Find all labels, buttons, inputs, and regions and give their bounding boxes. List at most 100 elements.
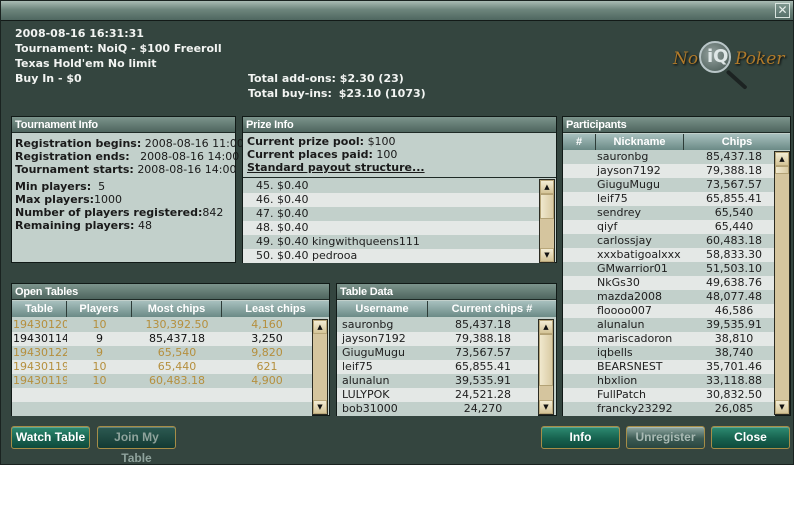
table-most-chips: 65,440	[157, 360, 197, 373]
participant-row[interactable]: GMwarrior01 51,503.10	[563, 262, 775, 276]
scroll-down-icon[interactable]: ▼	[313, 400, 327, 414]
tournament-lobby-window: ✕ 2008-08-16 16:31:31 Tournament: NoiQ -…	[0, 0, 794, 465]
table-data-row[interactable]: LULYPOK 24,521.28	[337, 388, 538, 402]
participant-row[interactable]: GiuguMugu 73,567.57	[563, 178, 775, 192]
scroll-thumb[interactable]	[775, 166, 789, 174]
participant-row[interactable]: FullPatch 30,832.50	[563, 388, 775, 402]
prize-row[interactable]: 46. $0.40	[243, 193, 539, 207]
participant-chips: 65,855.41	[706, 192, 762, 205]
participant-row[interactable]: leif75 65,855.41	[563, 192, 775, 206]
standard-payout-link[interactable]: Standard payout structure...	[247, 161, 556, 174]
prize-info-panel: Prize Info Current prize pool: $100 Curr…	[242, 116, 557, 263]
open-table-row[interactable]: 194301146 9 85,437.18 3,250	[12, 332, 312, 346]
table-data-scrollbar[interactable]: ▲ ▼	[538, 319, 554, 415]
participant-row[interactable]: hbxlion 33,118.88	[563, 374, 775, 388]
participant-row[interactable]: xxxbatigoalxxx 58,833.30	[563, 248, 775, 262]
table-data-panel: Table Data Username Current chips # saur…	[336, 283, 557, 416]
open-tables-scrollbar[interactable]: ▲ ▼	[312, 319, 328, 415]
scroll-down-icon[interactable]: ▼	[540, 248, 554, 262]
info-button[interactable]: Info	[541, 426, 620, 449]
col-header-most-chips[interactable]: Most chips	[132, 301, 222, 317]
prize-row[interactable]: 47. $0.40	[243, 207, 539, 221]
participant-row[interactable]: NkGs30 49,638.76	[563, 276, 775, 290]
close-button[interactable]: Close	[711, 426, 790, 449]
participant-nickname: mariscadoron	[597, 332, 673, 345]
scroll-up-icon[interactable]: ▲	[313, 320, 327, 334]
col-header-table[interactable]: Table	[12, 301, 67, 317]
participant-row[interactable]: iqbells 38,740	[563, 346, 775, 360]
close-icon[interactable]: ✕	[775, 3, 790, 18]
prize-row[interactable]: 48. $0.40	[243, 221, 539, 235]
participant-row[interactable]: carlossjay 60,483.18	[563, 234, 775, 248]
watch-table-button[interactable]: Watch Table	[11, 426, 90, 449]
current-places-paid: Current places paid: 100	[247, 148, 556, 161]
col-header-nickname[interactable]: Nickname	[596, 134, 684, 150]
participant-row[interactable]: sendrey 65,540	[563, 206, 775, 220]
open-table-row[interactable]: 194301198 10 65,440 621	[12, 360, 312, 374]
table-data-row[interactable]: GiuguMugu 73,567.57	[337, 346, 538, 360]
open-table-row[interactable]: 194301202 10 130,392.50 4,160	[12, 318, 312, 332]
participant-nickname: alunalun	[597, 318, 645, 331]
col-header-least-chips[interactable]: Least chips	[222, 301, 329, 317]
participants-list: sauronbg 85,437.18 jayson7192 79,388.18 Giug…	[563, 150, 775, 416]
col-header-current-chips[interactable]: Current chips #	[428, 301, 556, 317]
participant-row[interactable]: floooo007 46,586	[563, 304, 775, 318]
scroll-thumb[interactable]	[539, 334, 553, 386]
table-data-row[interactable]: leif75 65,855.41	[337, 360, 538, 374]
prize-row[interactable]: 49. $0.40 kingwithqueens111	[243, 235, 539, 249]
table-players: 10	[92, 360, 107, 373]
tournament-info-panel: Tournament Info Registration begins: 200…	[11, 116, 244, 263]
participant-row[interactable]: mariscadoron 38,810	[563, 332, 775, 346]
table-data-row[interactable]: alunalun 39,535.91	[337, 374, 538, 388]
scroll-track[interactable]	[313, 334, 327, 400]
total-buyins-label: Total buy-ins:	[248, 87, 332, 100]
open-tables-list: 194301202 10 130,392.50 4,160 194301146 9 85,4…	[12, 318, 312, 416]
participant-chips: 38,810	[714, 332, 754, 345]
participant-nickname: GMwarrior01	[597, 262, 668, 275]
scroll-thumb[interactable]	[540, 194, 554, 219]
table-data-title: Table Data	[337, 284, 556, 300]
table-data-username: LULYPOK	[342, 388, 390, 401]
prize-row[interactable]: 45. $0.40	[243, 179, 539, 193]
unregister-button[interactable]: Unregister	[626, 426, 705, 449]
participant-row[interactable]: mazda2008 48,077.48	[563, 290, 775, 304]
table-least-chips: 4,160	[251, 318, 283, 331]
table-data-row[interactable]: jayson7192 79,388.18	[337, 332, 538, 346]
join-my-table-button[interactable]: Join My Table	[97, 426, 176, 465]
participant-chips: 85,437.18	[706, 150, 762, 163]
scroll-up-icon[interactable]: ▲	[775, 152, 789, 166]
value: 2008-08-16 11:00	[144, 137, 244, 150]
scroll-down-icon[interactable]: ▼	[539, 400, 553, 414]
scroll-up-icon[interactable]: ▲	[540, 180, 554, 194]
title-bar[interactable]: ✕	[1, 1, 793, 21]
table-data-row[interactable]: bob31000 24,270	[337, 402, 538, 416]
open-table-row[interactable]: 194301220 9 65,540 9,820	[12, 346, 312, 360]
col-header-rank[interactable]: #	[563, 134, 596, 150]
participant-row[interactable]: BEARSNEST 35,701.46	[563, 360, 775, 374]
col-header-players[interactable]: Players	[67, 301, 132, 317]
current-prize-pool: Current prize pool: $100	[247, 135, 556, 148]
table-data-row[interactable]: sauronbg 85,437.18	[337, 318, 538, 332]
participant-chips: 51,503.10	[706, 262, 762, 275]
participant-nickname: leif75	[597, 192, 628, 205]
open-table-row[interactable]: 194301194 10 60,483.18 4,900	[12, 374, 312, 388]
table-most-chips: 130,392.50	[145, 318, 209, 331]
scroll-down-icon[interactable]: ▼	[775, 400, 789, 414]
participants-scrollbar[interactable]: ▲ ▼	[774, 151, 790, 415]
participant-row[interactable]: francky23292 26,085	[563, 402, 775, 416]
prize-list-scrollbar[interactable]: ▲ ▼	[539, 179, 555, 263]
participant-row[interactable]: sauronbg 85,437.18	[563, 150, 775, 164]
table-data-chips: 73,567.57	[455, 346, 511, 359]
col-header-username[interactable]: Username	[337, 301, 428, 317]
prize-row[interactable]: 50. $0.40 pedrooa	[243, 249, 539, 263]
table-id: 194301198	[13, 360, 67, 373]
col-header-chips[interactable]: Chips	[684, 134, 790, 150]
scroll-up-icon[interactable]: ▲	[539, 320, 553, 334]
prize-row-text: 49. $0.40 kingwithqueens111	[256, 235, 420, 248]
empty-row	[12, 388, 312, 402]
label: Tournament starts:	[15, 163, 134, 176]
participant-row[interactable]: jayson7192 79,388.18	[563, 164, 775, 178]
participant-row[interactable]: qiyf 65,440	[563, 220, 775, 234]
participant-row[interactable]: alunalun 39,535.91	[563, 318, 775, 332]
participant-chips: 73,567.57	[706, 178, 762, 191]
